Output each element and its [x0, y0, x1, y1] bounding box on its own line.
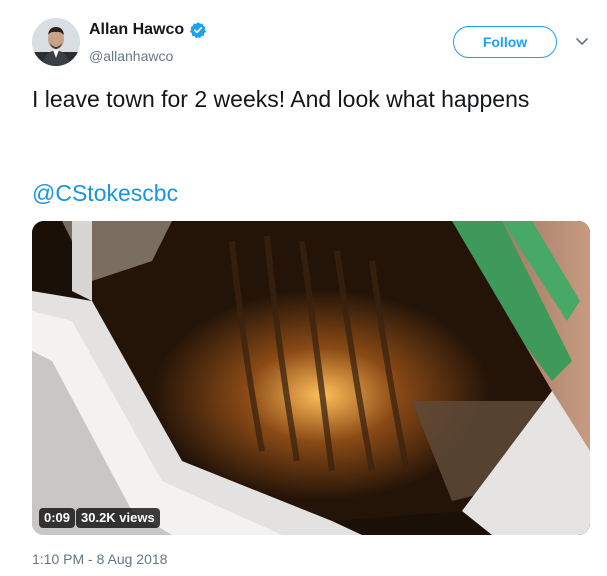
verified-badge-icon [189, 21, 207, 39]
video-thumbnail [32, 221, 590, 535]
follow-button[interactable]: Follow [453, 26, 557, 58]
tweet-timestamp[interactable]: 1:10 PM - 8 Aug 2018 [32, 551, 167, 567]
mention-link[interactable]: @CStokescbc [32, 178, 178, 209]
tweet-text: I leave town for 2 weeks! And look what … [32, 86, 530, 112]
avatar[interactable] [32, 18, 80, 66]
tweet-header: Allan Hawco @allanhawco Follow [32, 16, 592, 72]
video-views: 30.2K views [76, 508, 160, 528]
video-player[interactable]: 0:09 30.2K views [32, 221, 590, 535]
user-handle[interactable]: @allanhawco [89, 48, 173, 64]
display-name[interactable]: Allan Hawco [89, 21, 184, 39]
chevron-down-icon[interactable] [573, 34, 591, 50]
video-duration: 0:09 [39, 508, 76, 528]
name-row: Allan Hawco [89, 21, 207, 39]
